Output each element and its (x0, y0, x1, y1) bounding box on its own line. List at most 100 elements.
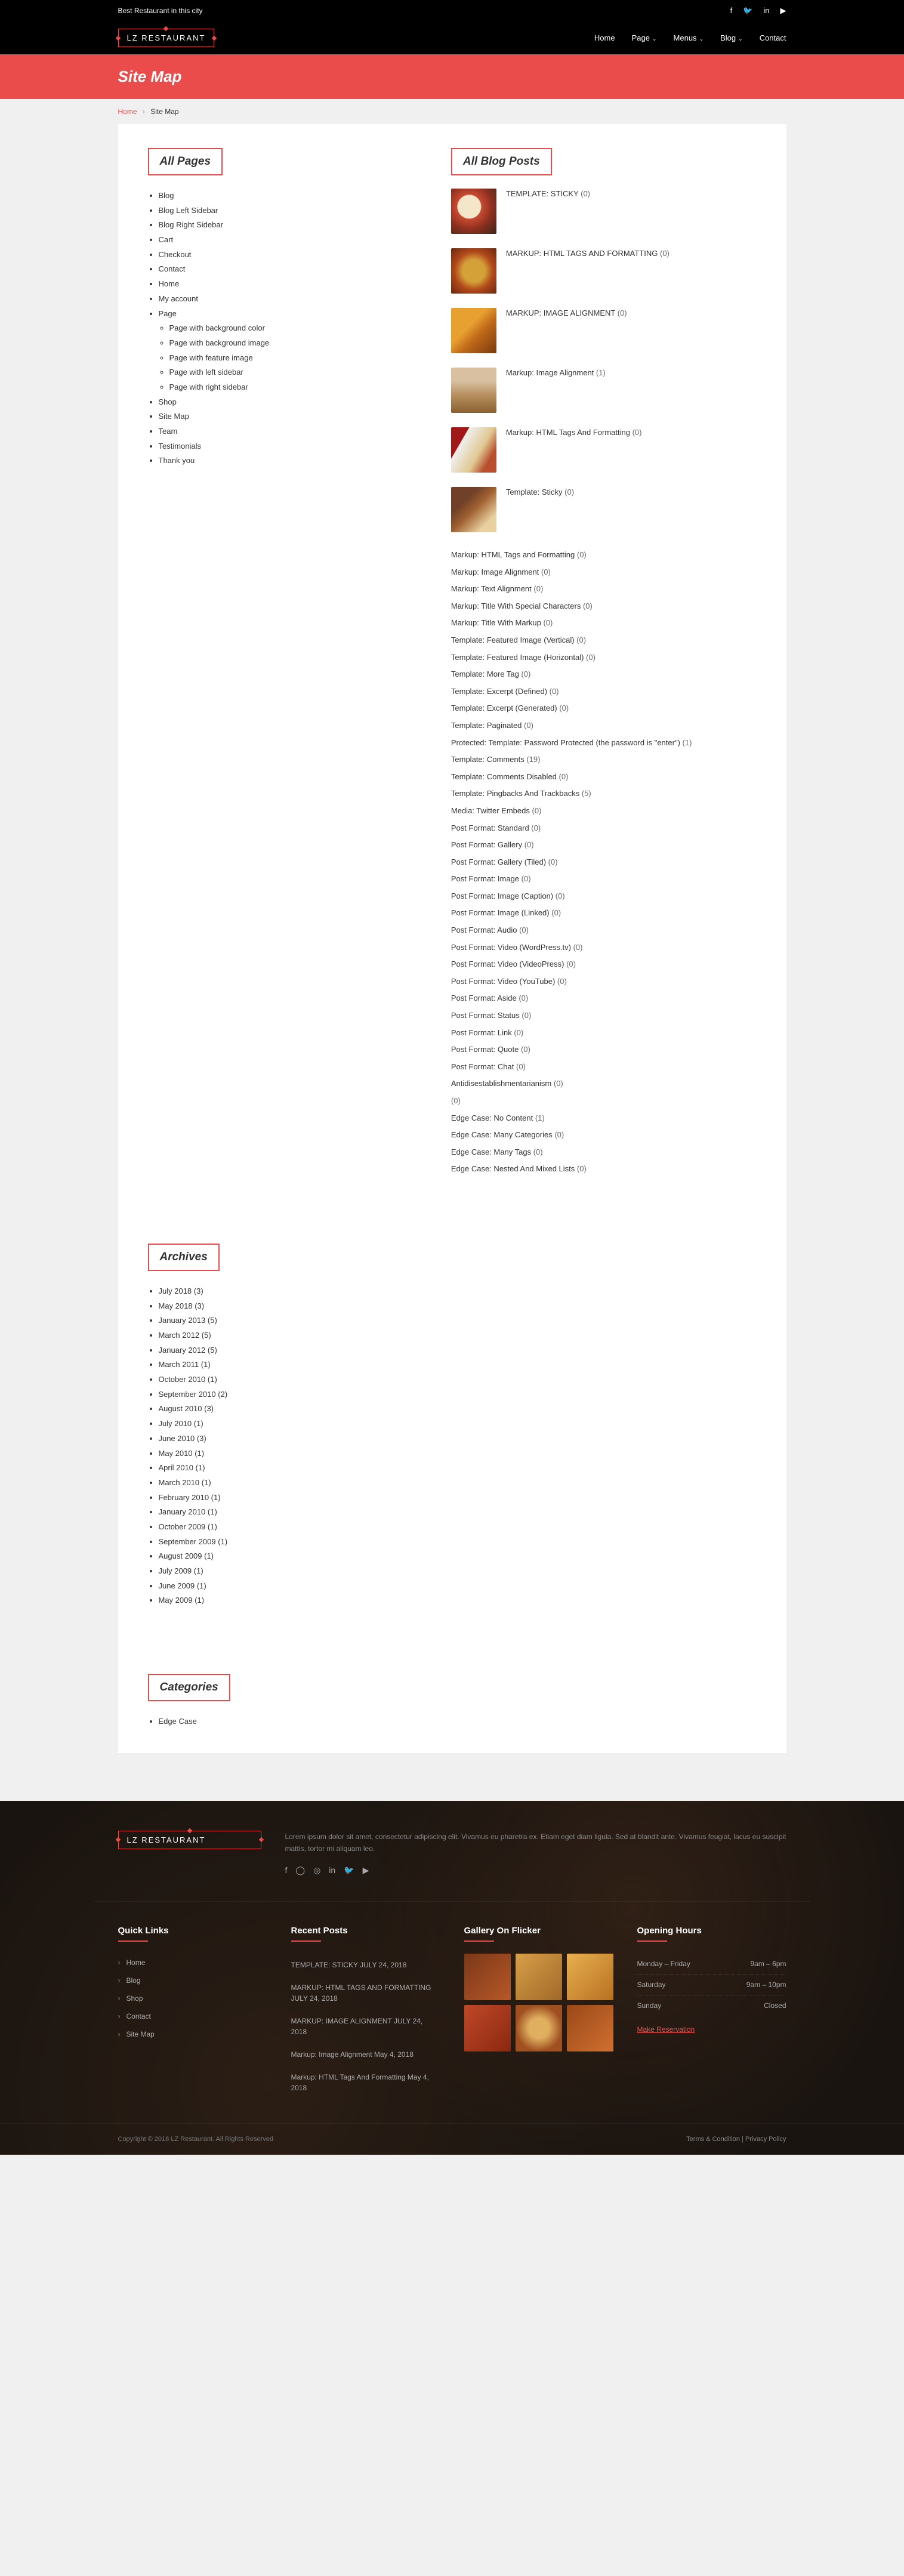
page-link[interactable]: Page with background image (169, 338, 270, 347)
gallery-thumb[interactable] (516, 1954, 562, 2000)
archive-link[interactable]: April 2010 (159, 1463, 194, 1472)
nav-contact[interactable]: Contact (760, 33, 786, 42)
reservation-link[interactable]: Make Reservation (637, 2025, 695, 2034)
archive-link[interactable]: August 2010 (159, 1404, 202, 1413)
page-link[interactable]: Page with feature image (169, 353, 253, 362)
nav-blog[interactable]: Blog⌄ (720, 33, 743, 42)
recent-post-item[interactable]: Markup: Image Alignment May 4, 2018 (291, 2043, 440, 2066)
archive-link[interactable]: January 2010 (159, 1507, 206, 1516)
post-item[interactable]: Post Format: Gallery (0) (451, 837, 757, 854)
post-item[interactable]: Template: More Tag (0) (451, 666, 757, 683)
post-item[interactable]: Post Format: Aside (0) (451, 990, 757, 1007)
post-item[interactable]: Markup: Text Alignment (0) (451, 581, 757, 598)
archive-link[interactable]: May 2009 (159, 1596, 193, 1605)
page-link[interactable]: Contact (159, 264, 186, 273)
terms-link[interactable]: Terms & Condition (686, 2136, 740, 2143)
archive-link[interactable]: January 2013 (159, 1316, 206, 1325)
archive-link[interactable]: July 2009 (159, 1566, 192, 1575)
page-link[interactable]: Team (159, 427, 178, 436)
archive-link[interactable]: September 2010 (159, 1390, 216, 1399)
page-link[interactable]: Shop (159, 397, 177, 406)
gallery-thumb[interactable] (516, 2005, 562, 2051)
twitter-icon[interactable]: 🐦 (344, 1864, 354, 1878)
post-item[interactable]: (0) (451, 1093, 757, 1110)
post-item[interactable]: Post Format: Image (0) (451, 871, 757, 888)
post-item[interactable]: Markup: Image Alignment (0) (451, 564, 757, 581)
post-title[interactable]: MARKUP: IMAGE ALIGNMENT (0) (506, 308, 627, 319)
page-link[interactable]: Site Map (159, 412, 189, 421)
linkedin-icon[interactable]: in (329, 1864, 335, 1878)
archive-link[interactable]: October 2010 (159, 1375, 206, 1384)
post-item[interactable]: Post Format: Video (YouTube) (0) (451, 973, 757, 991)
post-item[interactable]: Post Format: Audio (0) (451, 922, 757, 939)
page-link[interactable]: Page (159, 309, 177, 318)
post-item[interactable]: Template: Paginated (0) (451, 717, 757, 735)
page-link[interactable]: Checkout (159, 250, 192, 259)
post-item[interactable]: Post Format: Gallery (Tiled) (0) (451, 854, 757, 871)
archive-link[interactable]: July 2010 (159, 1419, 192, 1428)
gallery-thumb[interactable] (464, 2005, 511, 2051)
post-item[interactable]: Edge Case: Many Categories (0) (451, 1127, 757, 1144)
quick-link-item[interactable]: Contact (118, 2007, 267, 2025)
post-thumb[interactable] (451, 189, 496, 234)
post-item[interactable]: Post Format: Status (0) (451, 1007, 757, 1025)
page-link[interactable]: My account (159, 294, 198, 303)
instagram-icon[interactable]: ◎ (313, 1864, 320, 1878)
gallery-thumb[interactable] (567, 1954, 613, 2000)
recent-post-item[interactable]: TEMPLATE: STICKY July 24, 2018 (291, 1954, 440, 1976)
archive-link[interactable]: January 2012 (159, 1346, 206, 1355)
post-title[interactable]: MARKUP: HTML TAGS AND FORMATTING (0) (506, 248, 669, 259)
post-item[interactable]: Post Format: Link (0) (451, 1025, 757, 1042)
post-item[interactable]: Post Format: Video (VideoPress) (0) (451, 956, 757, 973)
facebook-icon[interactable]: f (730, 6, 733, 16)
page-link[interactable]: Cart (159, 235, 174, 244)
youtube-icon[interactable]: ▶ (780, 6, 786, 16)
archive-link[interactable]: February 2010 (159, 1493, 209, 1502)
logo[interactable]: LZ Restaurant (118, 29, 215, 47)
nav-menus[interactable]: Menus⌄ (674, 33, 704, 42)
linkedin-icon[interactable]: in (763, 6, 769, 16)
post-item[interactable]: Template: Excerpt (Generated) (0) (451, 700, 757, 717)
archive-link[interactable]: March 2011 (159, 1360, 199, 1369)
post-item[interactable]: Edge Case: No Content (1) (451, 1110, 757, 1127)
recent-post-item[interactable]: MARKUP: HTML TAGS AND FORMATTING July 24… (291, 1976, 440, 2010)
post-item[interactable]: Template: Featured Image (Horizontal) (0… (451, 649, 757, 667)
archive-link[interactable]: August 2009 (159, 1551, 202, 1560)
archive-link[interactable]: October 2009 (159, 1522, 206, 1531)
nav-home[interactable]: Home (594, 33, 615, 42)
category-link[interactable]: Edge Case (159, 1717, 197, 1726)
post-title[interactable]: Template: Sticky (0) (506, 487, 574, 498)
post-thumb[interactable] (451, 487, 496, 532)
post-item[interactable]: Post Format: Image (Caption) (0) (451, 888, 757, 905)
post-item[interactable]: Markup: Title With Special Characters (0… (451, 598, 757, 615)
post-item[interactable]: Template: Featured Image (Vertical) (0) (451, 632, 757, 649)
post-thumb[interactable] (451, 427, 496, 473)
archive-link[interactable]: July 2018 (159, 1287, 192, 1295)
post-title[interactable]: TEMPLATE: STICKY (0) (506, 189, 590, 199)
quick-link-item[interactable]: Home (118, 1954, 267, 1972)
gallery-thumb[interactable] (464, 1954, 511, 2000)
post-item[interactable]: Template: Comments Disabled (0) (451, 769, 757, 786)
archive-link[interactable]: March 2012 (159, 1331, 200, 1340)
page-link[interactable]: Thank you (159, 456, 195, 465)
post-item[interactable]: Template: Pingbacks And Trackbacks (5) (451, 785, 757, 803)
post-thumb[interactable] (451, 368, 496, 413)
twitter-icon[interactable]: 🐦 (743, 6, 752, 16)
post-item[interactable]: Edge Case: Many Tags (0) (451, 1144, 757, 1161)
post-title[interactable]: Markup: HTML Tags And Formatting (0) (506, 427, 642, 438)
archive-link[interactable]: September 2009 (159, 1537, 216, 1546)
facebook-icon[interactable]: f (285, 1864, 288, 1878)
archive-link[interactable]: May 2010 (159, 1449, 193, 1458)
recent-post-item[interactable]: Markup: HTML Tags And Formatting May 4, … (291, 2066, 440, 2099)
footer-logo[interactable]: LZ Restaurant (118, 1831, 261, 1849)
gallery-thumb[interactable] (567, 2005, 613, 2051)
post-title[interactable]: Markup: Image Alignment (1) (506, 368, 606, 378)
post-item[interactable]: Protected: Template: Password Protected … (451, 735, 757, 752)
page-link[interactable]: Home (159, 279, 180, 288)
page-link[interactable]: Blog Right Sidebar (159, 220, 223, 229)
recent-post-item[interactable]: MARKUP: IMAGE ALIGNMENT July 24, 2018 (291, 2010, 440, 2043)
post-item[interactable]: Media: Twitter Embeds (0) (451, 803, 757, 820)
post-item[interactable]: Template: Excerpt (Defined) (0) (451, 683, 757, 701)
quick-link-item[interactable]: Site Map (118, 2025, 267, 2043)
post-item[interactable]: Post Format: Image (Linked) (0) (451, 905, 757, 922)
